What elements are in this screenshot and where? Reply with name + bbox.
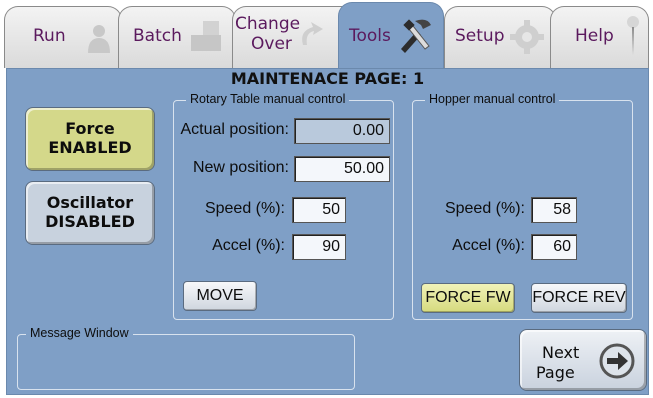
tab-batch-label: Batch bbox=[133, 26, 182, 46]
message-window: Message Window bbox=[17, 326, 355, 390]
hopper-accel-field[interactable]: 60 bbox=[531, 234, 577, 260]
hopper-speed-label: Speed (%): bbox=[444, 200, 525, 217]
oscillator-disabled-button[interactable]: Oscillator DISABLED bbox=[25, 181, 155, 245]
tab-change-over-line2: Over bbox=[251, 34, 292, 54]
rotary-accel-field[interactable]: 90 bbox=[292, 234, 346, 260]
page-title: MAINTENACE PAGE: 1 bbox=[230, 69, 425, 88]
actual-position-label: Actual position: bbox=[180, 121, 289, 138]
pin-icon bbox=[627, 16, 639, 55]
hopper-speed-field[interactable]: 58 bbox=[531, 197, 577, 223]
tab-help-label: Help bbox=[575, 26, 614, 46]
oscillator-button-line1: Oscillator bbox=[46, 193, 134, 212]
tools-icon bbox=[401, 19, 431, 53]
tab-run[interactable]: Run bbox=[4, 6, 122, 68]
person-icon bbox=[88, 25, 110, 53]
tab-tools-label: Tools bbox=[349, 26, 391, 46]
next-page-button[interactable]: Next Page bbox=[519, 329, 647, 391]
maintenance-panel: MAINTENACE PAGE: 1 Force ENABLED Oscilla… bbox=[6, 68, 649, 395]
hopper-accel-label: Accel (%): bbox=[452, 237, 525, 254]
message-window-title: Message Window bbox=[26, 326, 133, 340]
tab-run-label: Run bbox=[33, 26, 66, 46]
force-fw-button[interactable]: FORCE FW bbox=[421, 283, 515, 313]
rotary-group-title: Rotary Table manual control bbox=[186, 92, 350, 106]
rotary-accel-label: Accel (%): bbox=[212, 237, 285, 254]
tab-setup-label: Setup bbox=[455, 26, 505, 46]
tab-change-over-line1: Change bbox=[235, 14, 301, 34]
force-enabled-button[interactable]: Force ENABLED bbox=[25, 107, 155, 171]
new-position-field[interactable]: 50.00 bbox=[294, 156, 390, 182]
actual-position-field: 0.00 bbox=[294, 118, 390, 144]
tab-batch[interactable]: Batch bbox=[118, 6, 236, 68]
gear-icon bbox=[510, 20, 544, 54]
oscillator-button-line2: DISABLED bbox=[45, 212, 135, 231]
next-page-line2: Page bbox=[536, 363, 575, 382]
tab-tools[interactable]: Tools bbox=[338, 2, 444, 68]
force-button-line1: Force bbox=[65, 119, 115, 138]
new-position-label: New position: bbox=[192, 159, 289, 176]
force-button-line2: ENABLED bbox=[48, 138, 132, 157]
move-button[interactable]: MOVE bbox=[183, 281, 257, 311]
rotary-speed-field[interactable]: 50 bbox=[292, 197, 346, 223]
maintenance-screen: Run Batch Change Over Tools Setup Help M… bbox=[0, 0, 653, 398]
stack-icon bbox=[191, 21, 221, 51]
next-page-line1: Next bbox=[542, 343, 580, 362]
hopper-group-title: Hopper manual control bbox=[425, 92, 560, 106]
changeover-arrow-icon bbox=[302, 22, 323, 45]
tab-strip: Run Batch Change Over Tools Setup Help bbox=[0, 0, 653, 68]
tab-help[interactable]: Help bbox=[550, 6, 649, 68]
arrow-right-icon bbox=[599, 343, 635, 379]
tab-setup[interactable]: Setup bbox=[444, 6, 556, 68]
rotary-speed-label: Speed (%): bbox=[204, 200, 285, 217]
force-rev-button[interactable]: FORCE REV bbox=[531, 283, 627, 313]
